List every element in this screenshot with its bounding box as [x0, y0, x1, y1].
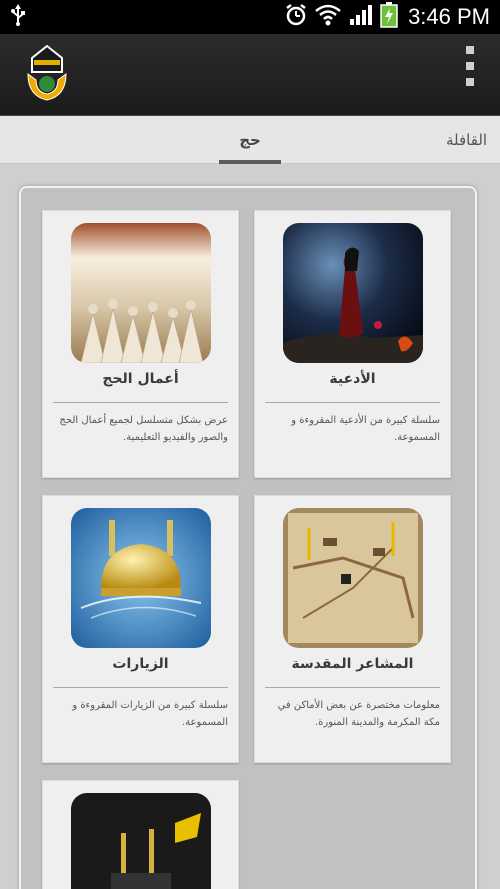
card-title: المشاعر المقدسة — [291, 656, 414, 672]
overflow-menu-icon[interactable] — [464, 46, 476, 86]
card-title: الزيارات — [112, 656, 169, 672]
card-description: سلسلة كبيرة من الزيارات المقروءة و المسم… — [72, 700, 228, 728]
hajj-rituals-image — [71, 223, 211, 363]
app-logo-icon[interactable] — [24, 44, 70, 104]
card-divider — [265, 402, 440, 403]
status-time: 3:46 PM — [408, 4, 490, 29]
tab-qafila[interactable]: القافلة — [446, 116, 500, 164]
card-description: معلومات مختصرة عن بعض الأماكن في مكة الم… — [277, 700, 440, 728]
card-title: الأدعية — [329, 371, 376, 387]
alarm-icon — [284, 3, 308, 31]
card-description: عرض بشكل متسلسل لجميع أعمال الحج والصور … — [59, 415, 228, 443]
cards-panel: الأدعية سلسلة كبيرة من الأدعية المقروءة … — [19, 186, 477, 889]
action-bar — [0, 34, 500, 116]
card-duas[interactable]: الأدعية سلسلة كبيرة من الأدعية المقروءة … — [254, 210, 451, 478]
duas-image — [283, 223, 423, 363]
partial-card-image — [71, 793, 211, 889]
tab-strip: حج القافلة — [0, 116, 500, 164]
card-divider — [53, 402, 228, 403]
content-area: الأدعية سلسلة كبيرة من الأدعية المقروءة … — [0, 164, 500, 889]
card-holy-sites[interactable]: المشاعر المقدسة معلومات مختصرة عن بعض ال… — [254, 495, 451, 763]
ziyarat-image — [71, 508, 211, 648]
holy-sites-image — [283, 508, 423, 648]
status-bar: 3:46 PM — [0, 0, 500, 34]
tab-hajj[interactable]: حج — [219, 116, 281, 164]
card-description: سلسلة كبيرة من الأدعية المقروءة و المسمو… — [291, 415, 440, 443]
card-partial[interactable] — [42, 780, 239, 889]
wifi-icon — [314, 3, 342, 31]
usb-icon — [10, 4, 26, 30]
card-ziyarat[interactable]: الزيارات سلسلة كبيرة من الزيارات المقروء… — [42, 495, 239, 763]
card-divider — [53, 687, 228, 688]
battery-charging-icon — [380, 2, 398, 32]
card-divider — [265, 687, 440, 688]
card-hajj-rituals[interactable]: أعمال الحج عرض بشكل متسلسل لجميع أعمال ا… — [42, 210, 239, 478]
signal-icon — [348, 3, 374, 31]
card-title: أعمال الحج — [102, 371, 179, 387]
